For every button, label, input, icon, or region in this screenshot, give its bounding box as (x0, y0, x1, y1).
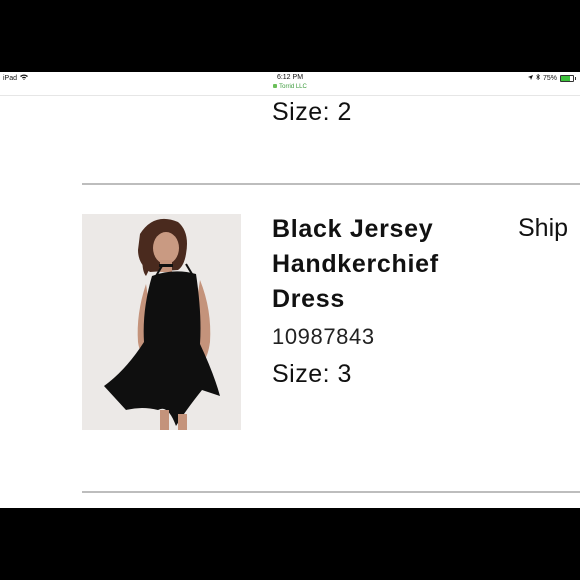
dress-model-illustration (82, 214, 241, 430)
product-name[interactable]: Black Jersey Handkerchief Dress (272, 212, 492, 317)
shipping-label: Ship (518, 214, 569, 242)
product-sku: 10987843 (272, 324, 375, 349)
clock: 6:12 PM (276, 74, 304, 81)
battery-icon (560, 74, 574, 82)
item-divider (82, 183, 580, 185)
status-bar: iPad 6:12 PM 75% (0, 72, 580, 84)
battery-percent: 75% (542, 74, 557, 82)
screen: iPad 6:12 PM 75% Torrid LLC Size: 2 Blac… (0, 72, 580, 508)
url-bar[interactable]: Torrid LLC (0, 84, 580, 95)
previous-item-size: Size: 2 (272, 98, 352, 126)
location-icon (527, 74, 533, 82)
site-name: Torrid LLC (279, 84, 307, 90)
item-divider-bottom (82, 491, 580, 493)
bluetooth-icon (536, 73, 540, 82)
product-image[interactable] (82, 214, 241, 430)
toolbar-divider (0, 95, 580, 96)
battery-tip (575, 76, 576, 80)
product-size: Size: 3 (272, 360, 352, 388)
lock-icon (273, 84, 278, 89)
